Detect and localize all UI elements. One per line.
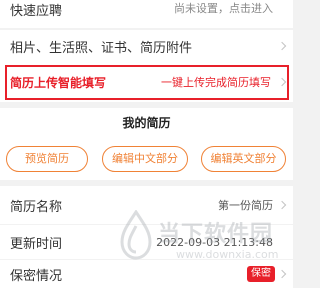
update-time-label: 更新时间 xyxy=(10,236,63,252)
attachments-row[interactable]: 相片、生活照、证书、简历附件 xyxy=(0,30,293,62)
resume-action-bar: 预览简历 编辑中文部分 编辑英文部分 xyxy=(0,138,293,180)
privacy-row[interactable]: 保密情况 保密 xyxy=(0,260,293,288)
smart-fill-label: 简历上传智能填写 xyxy=(10,75,107,90)
chevron-right-icon xyxy=(277,41,287,51)
resume-name-label: 简历名称 xyxy=(10,199,63,215)
update-time-value: 2022-09-03 21:13:48 xyxy=(156,235,273,249)
edit-chinese-button[interactable]: 编辑中文部分 xyxy=(102,146,188,172)
preview-resume-button[interactable]: 预览简历 xyxy=(6,146,88,172)
chevron-right-icon xyxy=(277,269,287,279)
chevron-right-icon xyxy=(277,200,287,210)
update-time-row: 更新时间 2022-09-03 21:13:48 xyxy=(0,225,293,259)
quick-apply-value: 尚未设置，点击进入 xyxy=(174,2,273,15)
privacy-label: 保密情况 xyxy=(10,268,63,284)
quick-apply-label: 快速应聘 xyxy=(10,4,63,19)
resume-name-row[interactable]: 简历名称 第一份简历 xyxy=(0,186,293,224)
resume-name-value: 第一份简历 xyxy=(218,199,273,212)
attachments-label: 相片、生活照、证书、简历附件 xyxy=(10,40,193,56)
edit-english-button[interactable]: 编辑英文部分 xyxy=(201,146,286,172)
privacy-badge: 保密 xyxy=(247,266,275,282)
quick-apply-row[interactable]: 快速应聘 尚未设置，点击进入 xyxy=(0,0,293,28)
smart-fill-row[interactable]: 简历上传智能填写 一键上传完成简历填写 xyxy=(0,62,293,102)
smart-fill-action: 一键上传完成简历填写 xyxy=(161,76,271,89)
my-resume-title: 我的简历 xyxy=(0,108,293,138)
